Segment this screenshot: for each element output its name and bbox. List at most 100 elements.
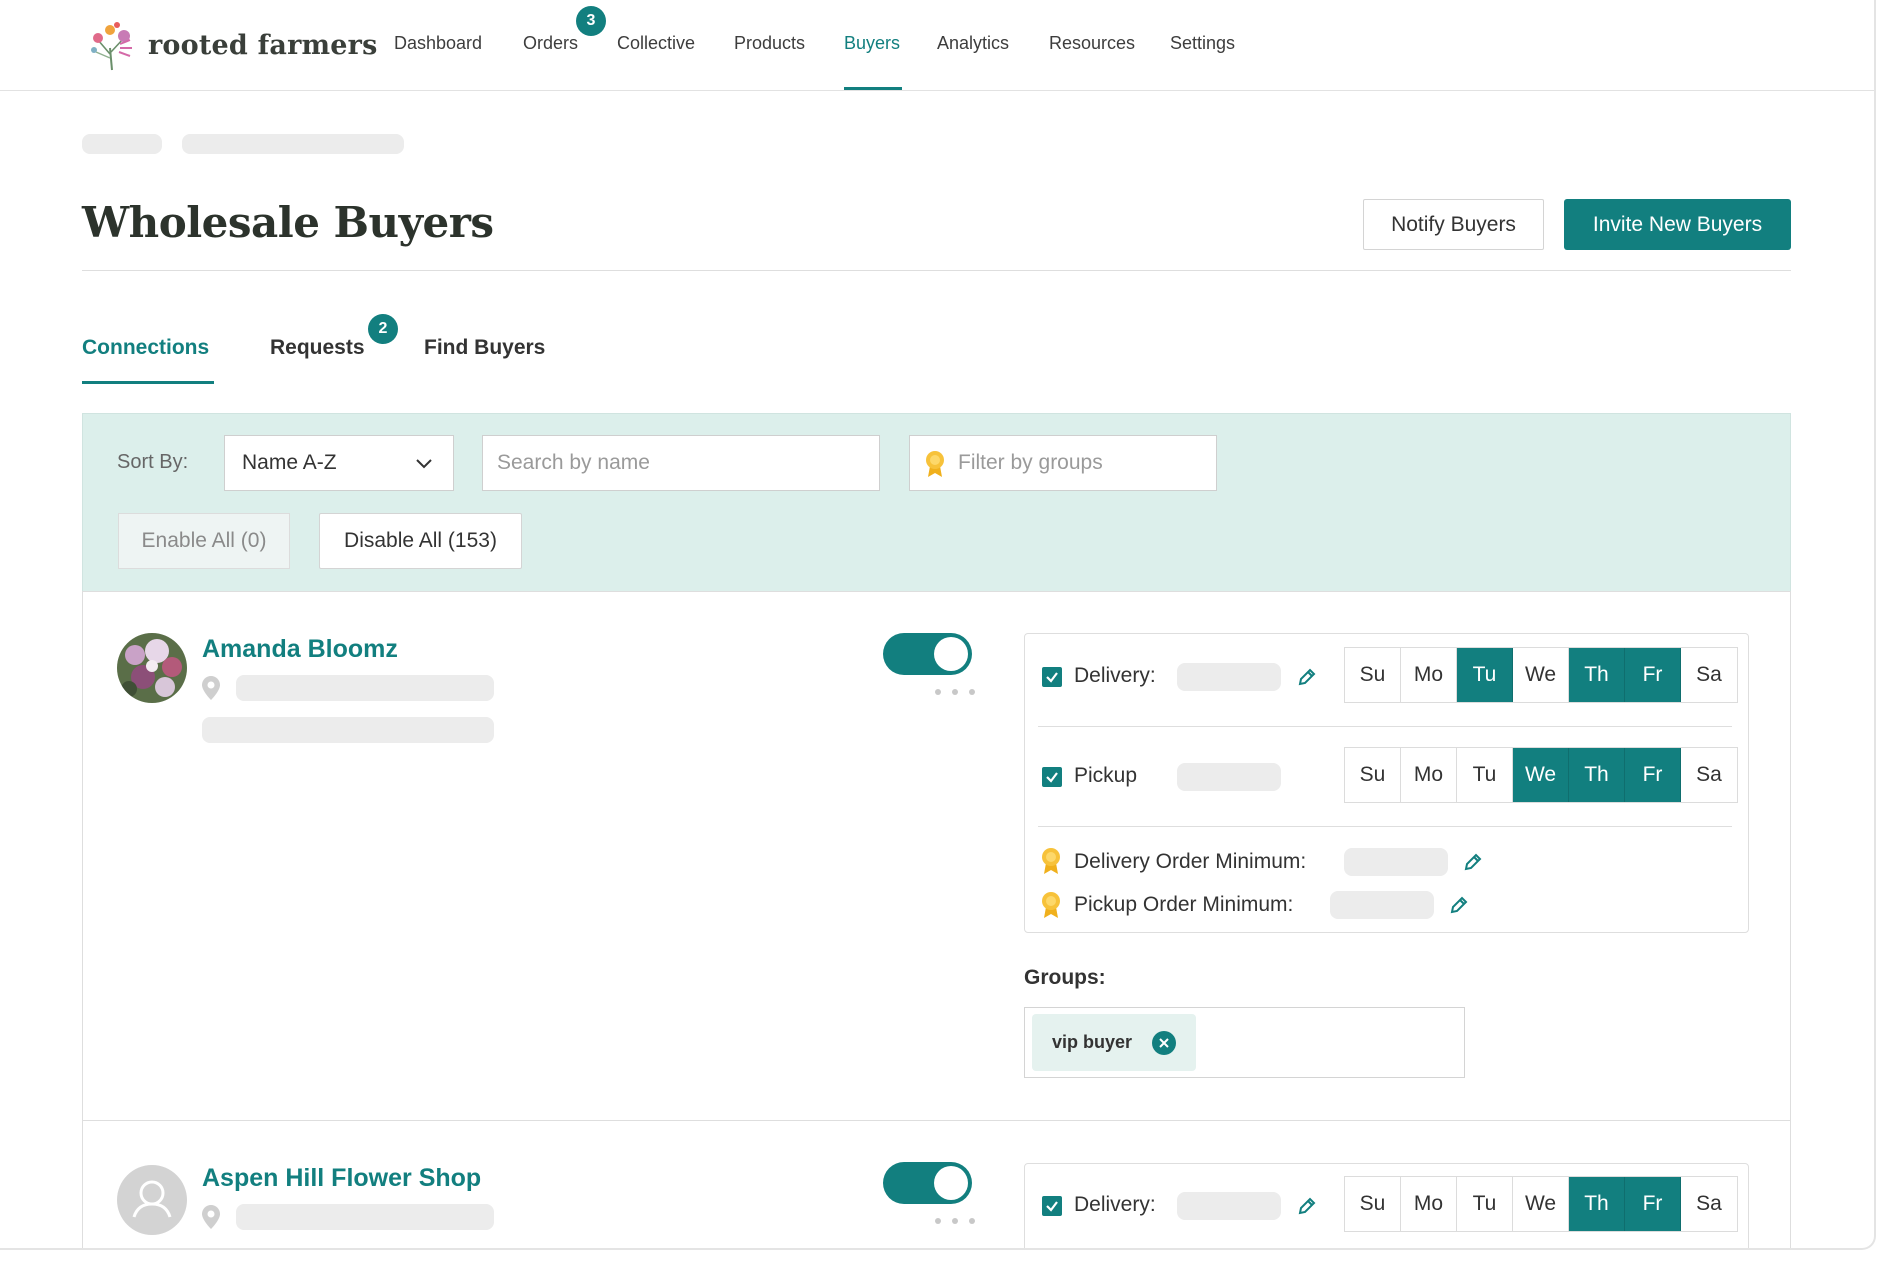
day-toggle-sa[interactable]: Sa — [1681, 648, 1737, 702]
more-options-icon[interactable] — [935, 689, 975, 697]
day-toggle-we[interactable]: We — [1513, 748, 1569, 802]
disable-all-button[interactable]: Disable All (153) — [319, 513, 522, 569]
groups-label: Groups: — [1024, 966, 1106, 989]
day-toggle-mo[interactable]: Mo — [1401, 748, 1457, 802]
day-toggle-sa[interactable]: Sa — [1681, 748, 1737, 802]
tab-connections[interactable]: Connections — [82, 336, 209, 360]
more-options-icon[interactable] — [935, 1218, 975, 1226]
nav-resources[interactable]: Resources — [1049, 33, 1135, 54]
day-toggle-mo[interactable]: Mo — [1401, 1177, 1457, 1231]
nav-products[interactable]: Products — [734, 33, 805, 54]
delivery-label: Delivery: — [1074, 664, 1156, 687]
pencil-edit-icon[interactable] — [1297, 667, 1317, 687]
delivery-fee-placeholder — [1177, 1192, 1281, 1220]
nav-orders[interactable]: Orders — [523, 33, 578, 54]
delivery-day-selector: Su Mo Tu We Th Fr Sa — [1344, 647, 1738, 703]
nav-dashboard[interactable]: Dashboard — [394, 33, 482, 54]
notify-buyers-button[interactable]: Notify Buyers — [1363, 199, 1544, 250]
day-toggle-tu[interactable]: Tu — [1457, 1177, 1513, 1231]
group-chip: vip buyer — [1032, 1014, 1196, 1071]
page-title: Wholesale Buyers — [82, 198, 494, 247]
day-toggle-su[interactable]: Su — [1345, 1177, 1401, 1231]
day-toggle-su[interactable]: Su — [1345, 648, 1401, 702]
day-toggle-th[interactable]: Th — [1569, 748, 1625, 802]
pickup-label: Pickup — [1074, 764, 1138, 787]
pencil-edit-icon[interactable] — [1463, 852, 1483, 872]
nav-buyers[interactable]: Buyers — [844, 33, 900, 54]
address-placeholder — [236, 675, 494, 701]
pickup-fee-placeholder — [1177, 763, 1281, 791]
sort-select[interactable]: Name A-Z — [224, 435, 454, 491]
requests-count-badge: 2 — [368, 314, 398, 344]
nav-settings[interactable]: Settings — [1170, 33, 1235, 54]
pencil-edit-icon[interactable] — [1297, 1196, 1317, 1216]
avatar[interactable] — [117, 633, 187, 703]
delivery-minimum-label: Delivery Order Minimum: — [1074, 850, 1307, 873]
orders-count-badge: 3 — [576, 6, 606, 36]
buyer-name[interactable]: Amanda Bloomz — [202, 635, 398, 664]
day-toggle-su[interactable]: Su — [1345, 748, 1401, 802]
groups-filter-input[interactable] — [909, 435, 1217, 491]
day-toggle-tu[interactable]: Tu — [1457, 648, 1513, 702]
tab-requests[interactable]: Requests — [270, 336, 365, 360]
invite-new-buyers-button[interactable]: Invite New Buyers — [1564, 199, 1791, 250]
app-window: rooted farmers Dashboard Orders 3 Collec… — [0, 0, 1876, 1250]
day-toggle-th[interactable]: Th — [1569, 1177, 1625, 1231]
pickup-minimum-label: Pickup Order Minimum: — [1074, 893, 1294, 916]
buyer-name[interactable]: Aspen Hill Flower Shop — [202, 1164, 481, 1193]
delivery-fee-placeholder — [1177, 663, 1281, 691]
avatar[interactable] — [117, 1165, 187, 1235]
chevron-down-icon — [416, 459, 432, 469]
award-ribbon-icon — [1042, 892, 1060, 918]
pickup-checkbox[interactable] — [1042, 767, 1062, 787]
location-pin-icon — [202, 676, 220, 700]
user-placeholder-icon — [132, 1180, 172, 1218]
delivery-day-selector: Su Mo Tu We Th Fr Sa — [1344, 1176, 1738, 1232]
remove-group-icon[interactable] — [1152, 1030, 1177, 1055]
sort-by-label: Sort By: — [117, 451, 189, 473]
search-input[interactable] — [482, 435, 880, 491]
award-ribbon-icon — [1042, 848, 1060, 874]
day-toggle-fr[interactable]: Fr — [1625, 1177, 1681, 1231]
tab-find-buyers[interactable]: Find Buyers — [424, 336, 545, 360]
buyer-enabled-toggle[interactable] — [883, 1162, 972, 1204]
day-toggle-mo[interactable]: Mo — [1401, 648, 1457, 702]
delivery-checkbox[interactable] — [1042, 1196, 1062, 1216]
enable-all-button[interactable]: Enable All (0) — [118, 513, 290, 569]
day-toggle-fr[interactable]: Fr — [1625, 648, 1681, 702]
breadcrumb-placeholder — [82, 134, 162, 154]
day-toggle-tu[interactable]: Tu — [1457, 748, 1513, 802]
flower-logo-icon — [91, 22, 132, 71]
brand-name: rooted farmers — [148, 29, 378, 61]
day-toggle-fr[interactable]: Fr — [1625, 748, 1681, 802]
group-chip-label: vip buyer — [1052, 1032, 1133, 1052]
pickup-minimum-placeholder — [1330, 891, 1434, 919]
nav-collective[interactable]: Collective — [617, 33, 695, 54]
address-placeholder — [236, 1204, 494, 1230]
day-toggle-sa[interactable]: Sa — [1681, 1177, 1737, 1231]
delivery-label: Delivery: — [1074, 1193, 1156, 1216]
card-divider — [1038, 826, 1732, 827]
sort-select-value: Name A-Z — [242, 451, 337, 474]
pencil-edit-icon[interactable] — [1449, 895, 1469, 915]
nav-analytics[interactable]: Analytics — [937, 33, 1009, 54]
day-toggle-we[interactable]: We — [1513, 1177, 1569, 1231]
flower-shop-photo-icon — [117, 633, 187, 703]
brand-logo[interactable]: rooted farmers — [86, 18, 377, 72]
pickup-day-selector: Su Mo Tu We Th Fr Sa — [1344, 747, 1738, 803]
breadcrumb-placeholder — [182, 134, 404, 154]
card-divider — [1038, 726, 1732, 727]
award-ribbon-icon — [926, 451, 944, 477]
header-divider — [82, 270, 1791, 271]
day-toggle-we[interactable]: We — [1513, 648, 1569, 702]
row-divider — [82, 1120, 1791, 1121]
day-toggle-th[interactable]: Th — [1569, 648, 1625, 702]
delivery-checkbox[interactable] — [1042, 667, 1062, 687]
delivery-minimum-placeholder — [1344, 848, 1448, 876]
nav-active-indicator — [844, 87, 902, 90]
tab-active-indicator — [82, 381, 214, 384]
buyer-enabled-toggle[interactable] — [883, 633, 972, 675]
location-pin-icon — [202, 1205, 220, 1229]
top-navigation: rooted farmers Dashboard Orders 3 Collec… — [0, 0, 1874, 91]
detail-placeholder — [202, 717, 494, 743]
